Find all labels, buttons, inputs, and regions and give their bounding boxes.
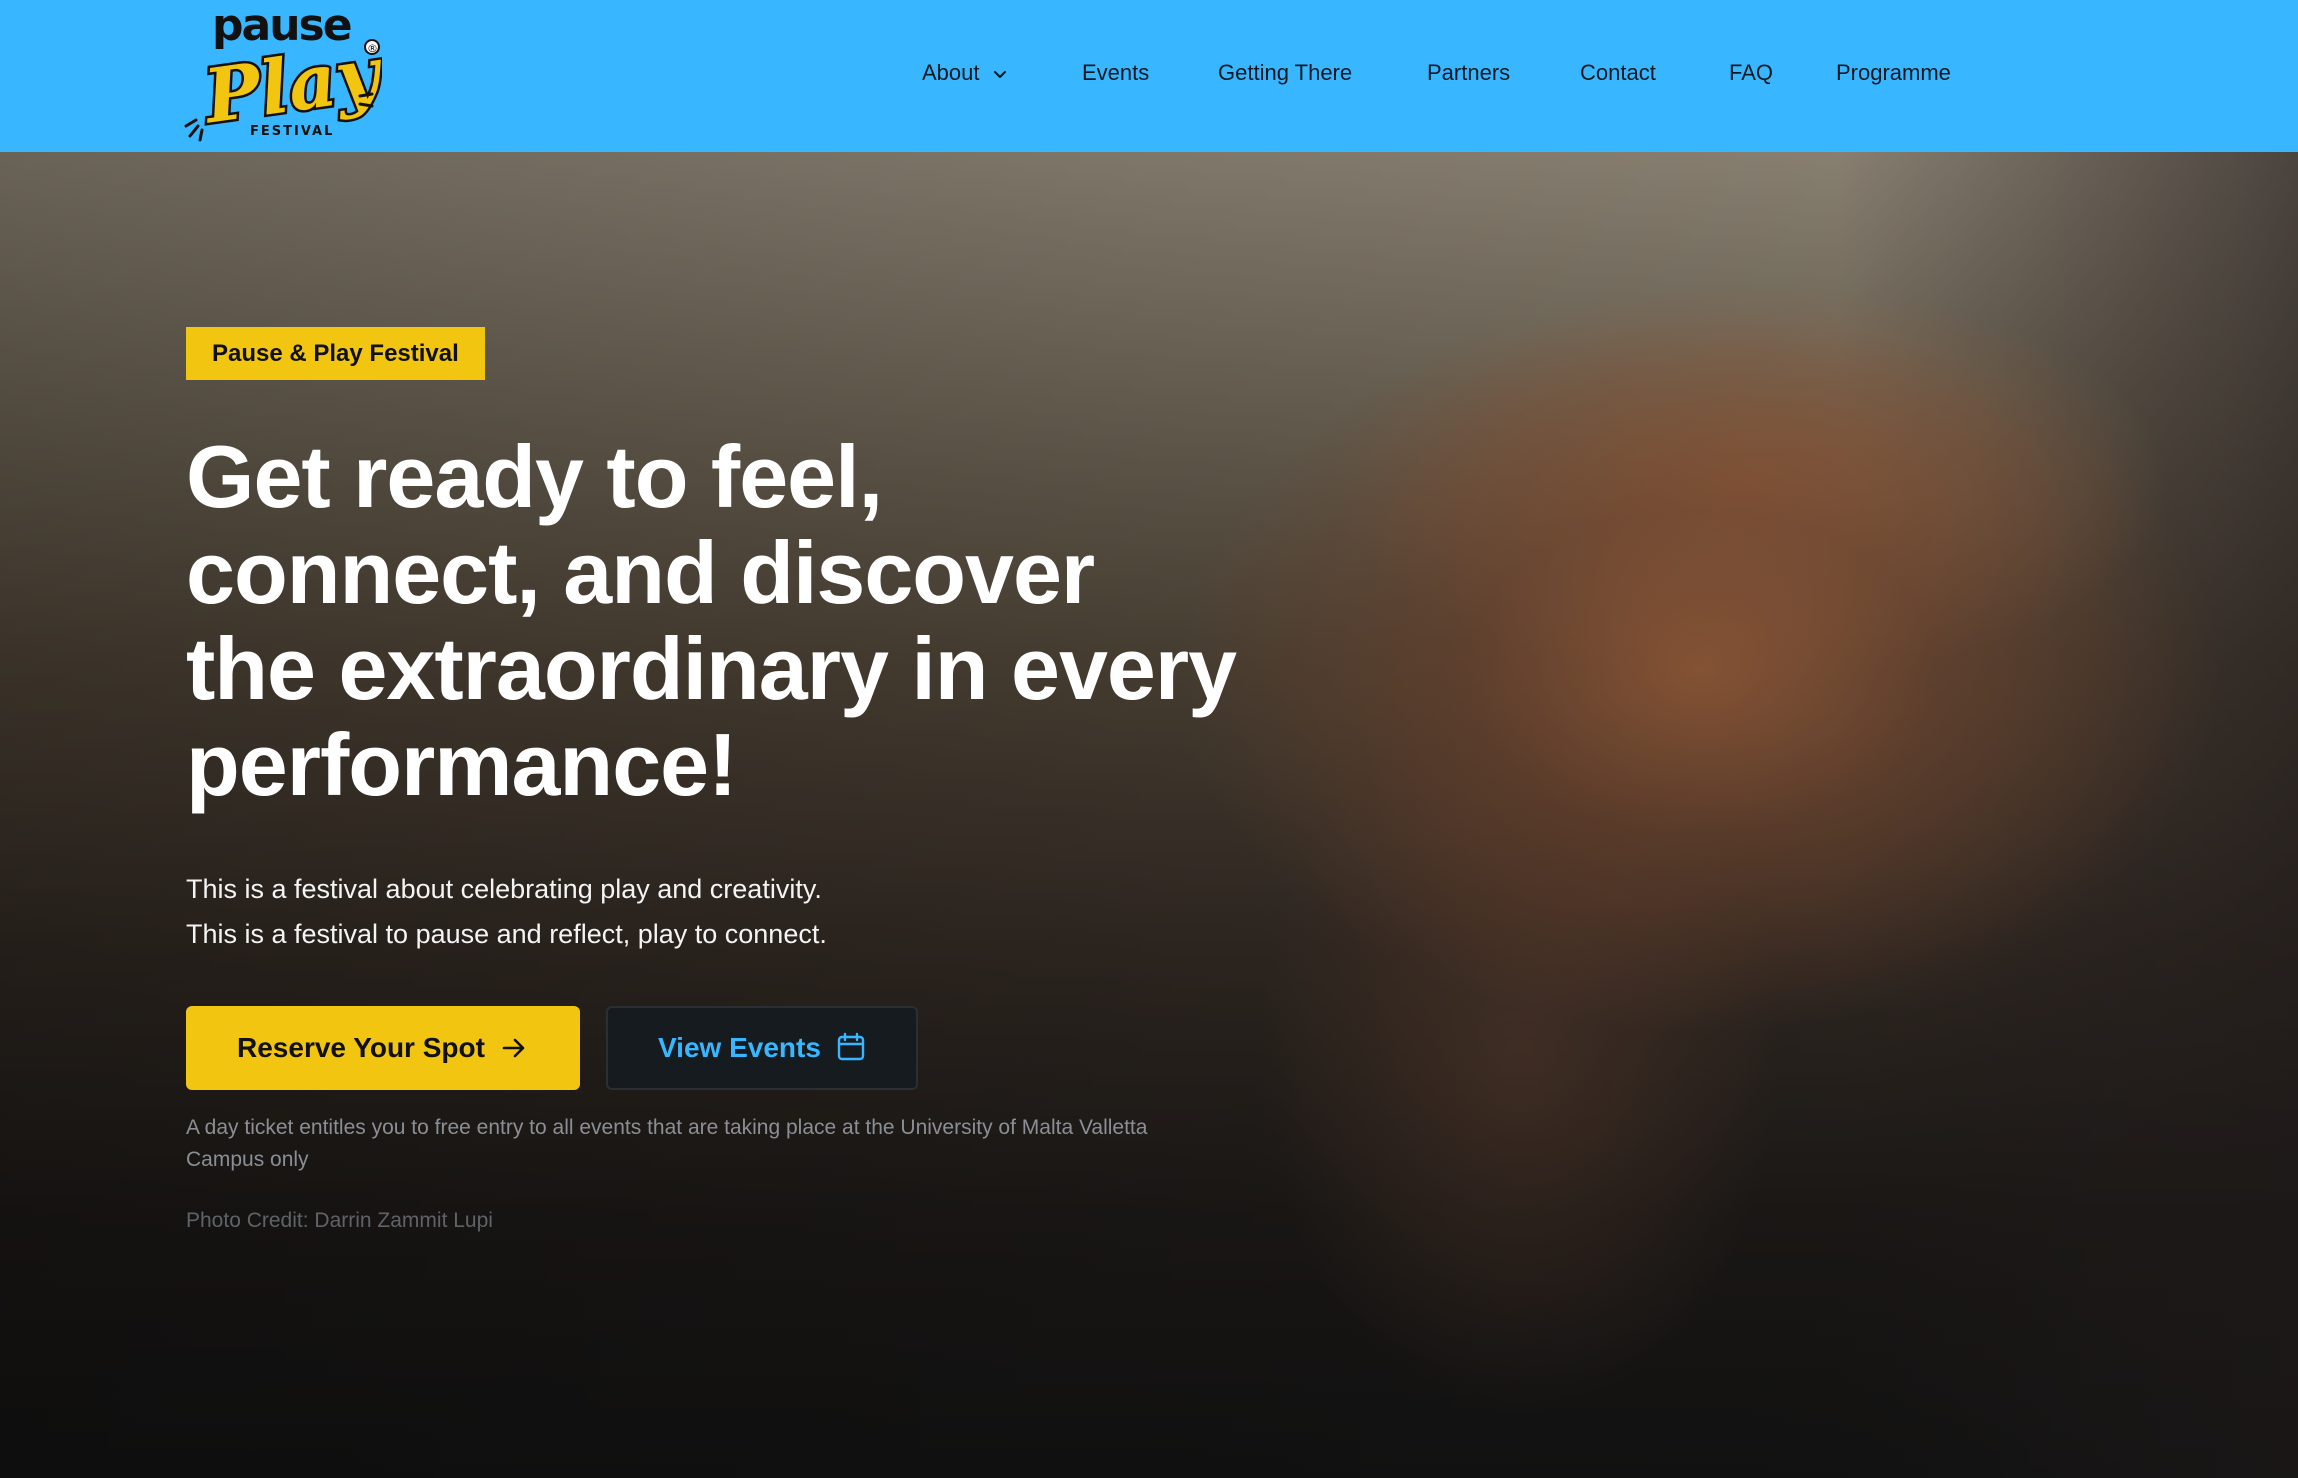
- hero-subtext-line: This is a festival to pause and reflect,…: [186, 919, 827, 949]
- nav-item-getting-there[interactable]: Getting There: [1218, 58, 1352, 88]
- view-events-button[interactable]: View Events: [606, 1006, 918, 1090]
- nav-item-partners[interactable]: Partners: [1427, 58, 1510, 88]
- nav-label-getting-there: Getting There: [1218, 60, 1353, 85]
- nav-item-events[interactable]: Events: [1082, 58, 1149, 88]
- view-events-label: View Events: [658, 1032, 821, 1063]
- hero-section: Pause & Play Festival Get ready to feel,…: [0, 152, 2298, 1478]
- chevron-down-icon: [992, 66, 1008, 82]
- calendar-icon: [836, 1032, 866, 1062]
- ticket-note: A day ticket entitles you to free entry …: [186, 1116, 1148, 1171]
- arrow-right-icon: [501, 1036, 527, 1060]
- site-header: pause Play ® FESTIVAL About Events Getti…: [0, 0, 2298, 152]
- nav-label-programme: Programme: [1836, 60, 1951, 85]
- nav-label-faq: FAQ: [1729, 60, 1774, 85]
- nav-item-about[interactable]: About: [922, 58, 1008, 88]
- nav-item-programme[interactable]: Programme: [1836, 58, 1951, 88]
- reserve-spot-label: Reserve Your Spot: [237, 1032, 485, 1063]
- hero-headline: Get ready to feel, connect, and discover…: [186, 427, 1237, 814]
- nav-label-events: Events: [1082, 60, 1150, 85]
- nav-label-about: About: [922, 60, 980, 85]
- nav-label-partners: Partners: [1427, 60, 1511, 85]
- hero-subtext: This is a festival about celebrating pla…: [186, 867, 1186, 957]
- nav-label-contact: Contact: [1580, 60, 1656, 85]
- main-nav: About Events Getting There Partners Cont…: [0, 0, 2298, 152]
- nav-item-faq[interactable]: FAQ: [1729, 58, 1773, 88]
- reserve-spot-button[interactable]: Reserve Your Spot: [186, 1006, 580, 1090]
- hero-subtext-line: This is a festival about celebrating pla…: [186, 874, 822, 904]
- nav-item-contact[interactable]: Contact: [1580, 58, 1656, 88]
- photo-credit: Photo Credit: Darrin Zammit Lupi: [186, 1209, 493, 1232]
- festival-badge: Pause & Play Festival: [186, 327, 485, 380]
